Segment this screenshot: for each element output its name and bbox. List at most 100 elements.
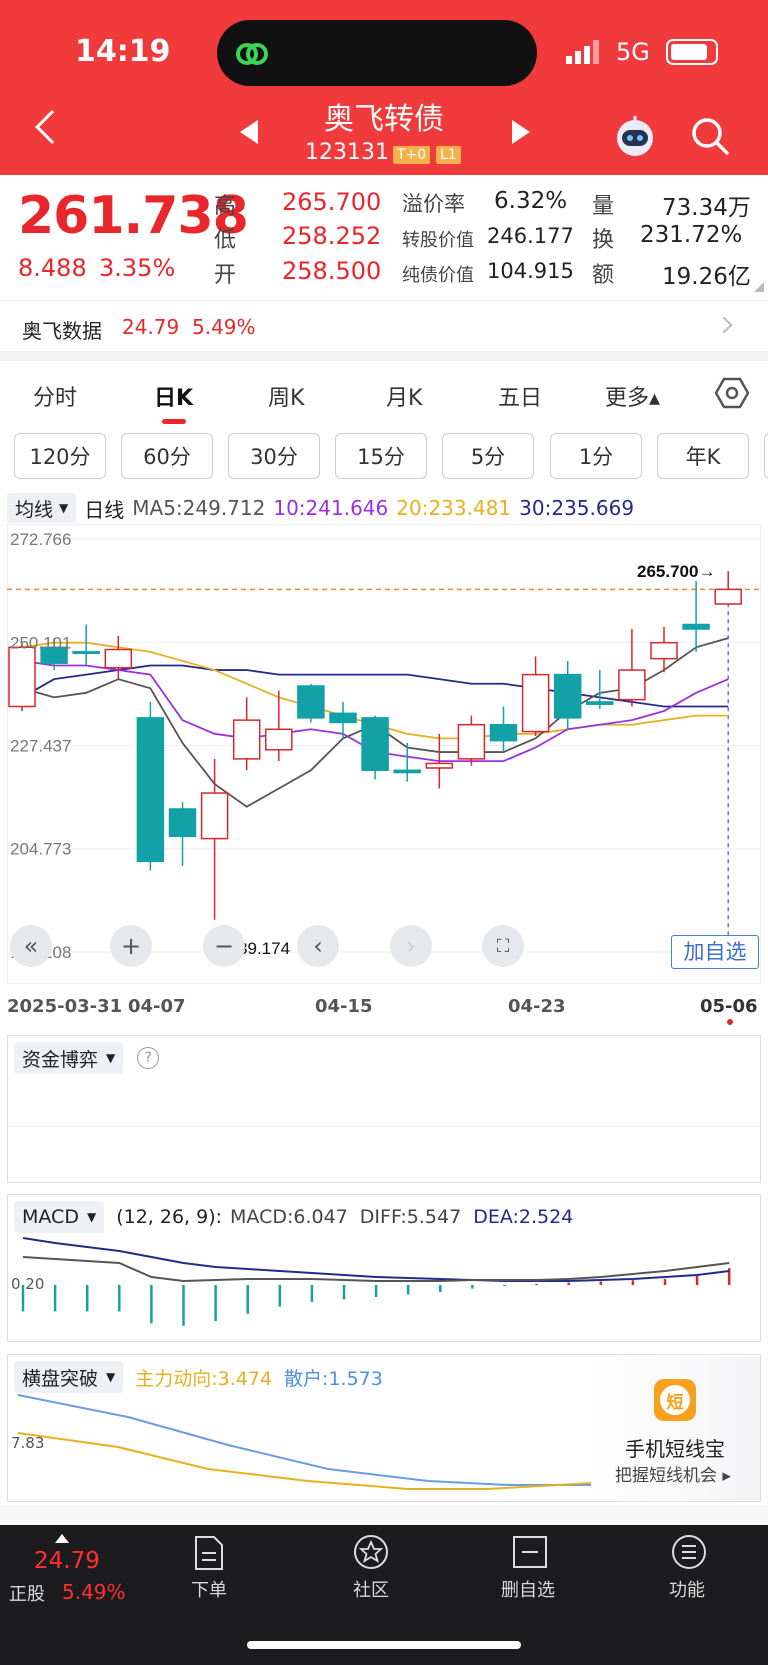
candle-body: [714, 588, 742, 605]
candle: [361, 715, 389, 780]
tab-weekly-k[interactable]: 周K: [268, 380, 304, 412]
zoom-in-button[interactable]: +: [110, 925, 152, 967]
ma5-value: MA5:249.712: [132, 496, 266, 520]
candle-body: [650, 641, 678, 660]
candle-body: [168, 808, 197, 838]
underlying-row[interactable]: 奥飞数据 24.79 5.49%: [0, 301, 768, 351]
open-label: 开: [214, 263, 237, 288]
stock-label: 正股: [9, 1584, 45, 1605]
underlying-price: 24.79: [122, 315, 180, 339]
short-line-promo[interactable]: 短 手机短线宝 把握短线机会 ▸: [591, 1357, 760, 1500]
period-15m[interactable]: 15分: [335, 433, 427, 479]
nav-community[interactable]: 社区: [316, 1576, 426, 1602]
expand-corner-icon[interactable]: [754, 282, 764, 292]
tab-five-day[interactable]: 五日: [498, 380, 542, 412]
next-stock-icon[interactable]: [512, 120, 530, 144]
candle-body: [104, 648, 133, 669]
candle: [136, 701, 165, 871]
conv-value: 246.177: [487, 224, 574, 248]
candle-body: [297, 685, 325, 719]
home-indicator: [247, 1641, 521, 1649]
volume-value: 73.34万: [662, 195, 751, 221]
underlying-name: 奥飞数据: [22, 319, 102, 343]
battery-icon: [666, 39, 718, 65]
capital-selector[interactable]: 资金博弈 ▼: [14, 1042, 124, 1074]
x-label-0: 2025-03-31: [7, 996, 123, 1017]
amount-label: 额: [592, 263, 615, 288]
pan-right-button[interactable]: ›: [390, 925, 432, 967]
period-60m[interactable]: 60分: [121, 433, 213, 479]
candle-body: [136, 717, 165, 863]
bond-value-label: 纯债价值: [402, 265, 474, 286]
page-title: 奥飞转债: [324, 102, 444, 137]
ma30-value: 30:235.669: [519, 496, 635, 520]
macd-selector[interactable]: MACD ▼: [14, 1201, 105, 1233]
add-watch-button[interactable]: 加自选: [671, 935, 759, 969]
help-icon[interactable]: ?: [137, 1047, 160, 1069]
ma20-value: 20:233.481: [396, 496, 512, 520]
period-1m[interactable]: 1分: [550, 433, 642, 479]
x-label-3: 04-23: [508, 996, 566, 1017]
period-30m[interactable]: 30分: [228, 433, 320, 479]
breakout-chart: [17, 1394, 593, 1490]
promo-title: 手机短线宝: [625, 1437, 725, 1461]
tab-daily-k[interactable]: 日K: [154, 380, 193, 412]
caret-down-icon: ▼: [106, 1051, 116, 1065]
ma-selector[interactable]: 均线 ▼: [7, 493, 77, 523]
stock-price[interactable]: 24.79: [34, 1548, 100, 1574]
period-5m[interactable]: 5分: [442, 433, 534, 479]
stock-code: 123131: [305, 140, 389, 165]
remove-watch-icon[interactable]: [512, 1535, 548, 1569]
zoom-out-button[interactable]: −: [203, 925, 245, 967]
fullscreen-button[interactable]: ⛶: [482, 925, 524, 967]
ma10-value: 10:241.646: [273, 496, 389, 520]
macd-value: MACD:6.047: [230, 1206, 348, 1228]
period-more-partial[interactable]: [764, 433, 768, 479]
nav-order[interactable]: 下单: [154, 1576, 264, 1602]
status-time: 14:19: [75, 34, 171, 69]
candle-body: [232, 719, 261, 760]
high-value: 265.700: [282, 188, 382, 216]
candle-body: [200, 792, 229, 840]
active-tab-indicator: [162, 419, 186, 424]
conv-value-label: 转股价值: [402, 230, 474, 251]
zoom-all-button[interactable]: «: [10, 925, 52, 967]
x-label-2: 04-15: [315, 996, 373, 1017]
period-year-k[interactable]: 年K: [657, 433, 749, 479]
premium-value: 6.32%: [494, 188, 568, 214]
candle-body: [682, 623, 710, 630]
x-label-1: 04-07: [128, 996, 186, 1017]
y-tick-label: 227.437: [10, 737, 71, 756]
period-label: 日线: [84, 497, 125, 522]
section-gap: [0, 1505, 768, 1525]
candle-body: [8, 646, 36, 708]
robot-assistant-icon[interactable]: [612, 112, 658, 158]
volume-label: 量: [592, 194, 615, 219]
candlestick-chart[interactable]: 272.766250.101227.437204.773182.108 265.…: [7, 524, 761, 984]
settings-hex-icon[interactable]: [715, 376, 749, 410]
tab-monthly-k[interactable]: 月K: [386, 380, 422, 412]
nav-remove-watch[interactable]: 删自选: [473, 1576, 583, 1602]
macd-chart: [21, 1237, 731, 1326]
pan-left-button[interactable]: ‹: [297, 925, 339, 967]
tab-more[interactable]: 更多▴: [605, 380, 660, 412]
open-value: 258.500: [282, 257, 382, 285]
premium-label: 溢价率: [402, 192, 465, 216]
period-120m[interactable]: 120分: [14, 433, 106, 479]
order-icon[interactable]: [192, 1535, 226, 1571]
link-app-icon: [236, 43, 268, 65]
price-change-pct: 3.35%: [99, 254, 176, 282]
prev-stock-icon[interactable]: [240, 120, 258, 144]
price-change: 8.488: [18, 254, 87, 282]
search-icon[interactable]: [690, 116, 730, 156]
max-price-label: 265.700→: [637, 562, 715, 581]
nav-functions[interactable]: 功能: [632, 1576, 742, 1602]
tab-intraday[interactable]: 分时: [33, 380, 77, 412]
community-icon[interactable]: [352, 1533, 390, 1571]
caret-down-icon: ▼: [86, 1210, 97, 1224]
gridline: [8, 1126, 760, 1127]
menu-icon[interactable]: [670, 1533, 708, 1571]
candle-body: [521, 673, 550, 733]
candle-body: [489, 723, 518, 742]
caret-down-icon: ▼: [106, 1370, 116, 1384]
